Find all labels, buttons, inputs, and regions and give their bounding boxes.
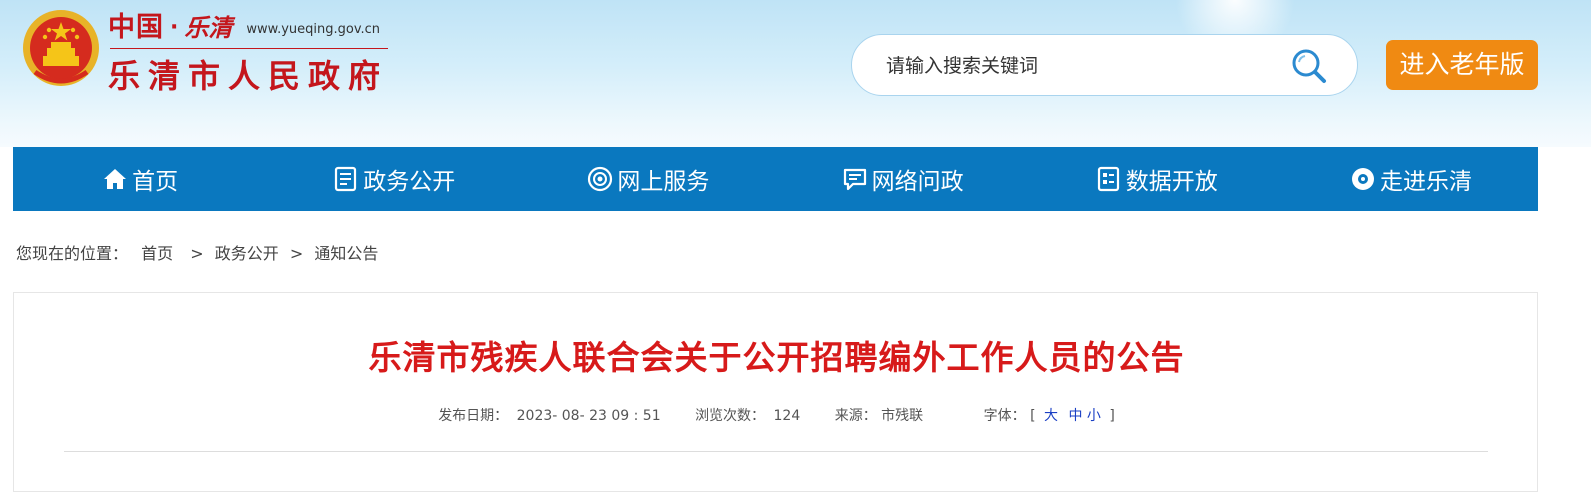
eye-icon (1351, 168, 1374, 190)
national-emblem-icon (23, 10, 99, 86)
breadcrumb-item-home[interactable]: 首页 (141, 240, 173, 264)
nav-item-label: 网上服务 (617, 169, 710, 195)
search-input[interactable] (884, 49, 1268, 83)
nav-item-open-data[interactable]: 数据开放 (1030, 147, 1284, 211)
font-bracket-close: ] (1109, 408, 1115, 424)
data-icon (1097, 166, 1119, 192)
article-title: 乐清市残疾人联合会关于公开招聘编外工作人员的公告 (368, 338, 1185, 377)
nav-item-online-inquiry[interactable]: 网络问政 (776, 147, 1030, 211)
breadcrumb-separator: > (289, 244, 304, 263)
font-bracket-open: [ (1030, 408, 1036, 424)
document-icon (335, 166, 357, 192)
chat-icon (843, 168, 866, 191)
font-size-large-link[interactable]: 大 (1044, 405, 1058, 425)
site-logo-title[interactable]: 乐清市人民政府 (108, 56, 388, 96)
logo-china-text: 中国 (108, 12, 164, 43)
publish-date-value: 2023- 08- 23 09 : 51 (516, 408, 661, 424)
breadcrumb: 您现在的位置： 首页 > 政务公开 > 通知公告 (16, 240, 378, 264)
nav-item-label: 政务公开 (363, 169, 456, 195)
font-size-medium-link[interactable]: 中 (1068, 405, 1082, 425)
views-value: 124 (773, 408, 801, 424)
elder-version-button[interactable]: 进入老年版 (1386, 40, 1538, 90)
logo-yueqing-signature: 乐清 (184, 13, 233, 42)
breadcrumb-item-government-affairs[interactable]: 政务公开 (215, 240, 279, 264)
logo-divider-line (110, 48, 388, 49)
nav-item-label: 走进乐清 (1379, 169, 1472, 195)
meta-divider (64, 451, 1488, 452)
views-label: 浏览次数： (695, 408, 766, 424)
breadcrumb-item-notices[interactable]: 通知公告 (314, 240, 378, 264)
search-icon[interactable] (1289, 46, 1329, 86)
source-value: 市残联 (881, 408, 924, 424)
home-icon (104, 169, 127, 189)
nav-item-label: 数据开放 (1125, 169, 1218, 195)
nav-item-label: 网络问政 (871, 169, 964, 195)
logo-top-line: 中国 · 乐清 www.yueqing.gov.cn (108, 12, 380, 44)
nav-item-online-service[interactable]: 网上服务 (521, 147, 775, 211)
publish-date-label: 发布日期： (438, 408, 509, 424)
logo-url: www.yueqing.gov.cn (246, 22, 381, 37)
service-icon (588, 166, 613, 192)
logo-dot: · (170, 15, 179, 40)
breadcrumb-prefix: 您现在的位置： (16, 244, 129, 263)
nav-item-label: 首页 (132, 169, 179, 195)
source-label: 来源： (834, 408, 877, 424)
main-nav: 首页 政务公开 网上服务 网络问政 数据开放 走进乐清 (13, 147, 1538, 211)
nav-item-government-affairs[interactable]: 政务公开 (267, 147, 521, 211)
site-header: 中国 · 乐清 www.yueqing.gov.cn 乐清市人民政府 进入老年版 (0, 0, 1591, 147)
font-size-label: 字体： (983, 408, 1026, 424)
article-panel: 乐清市残疾人联合会关于公开招聘编外工作人员的公告 发布日期： 2023- 08-… (13, 292, 1538, 492)
nav-item-about-yueqing[interactable]: 走进乐清 (1284, 147, 1538, 211)
breadcrumb-separator: > (190, 244, 204, 263)
search-box (851, 34, 1358, 96)
font-size-small-link[interactable]: 小 (1087, 405, 1101, 425)
article-meta: 发布日期： 2023- 08- 23 09 : 51 浏览次数： 124 来源：… (14, 405, 1539, 425)
nav-item-home[interactable]: 首页 (13, 147, 267, 211)
